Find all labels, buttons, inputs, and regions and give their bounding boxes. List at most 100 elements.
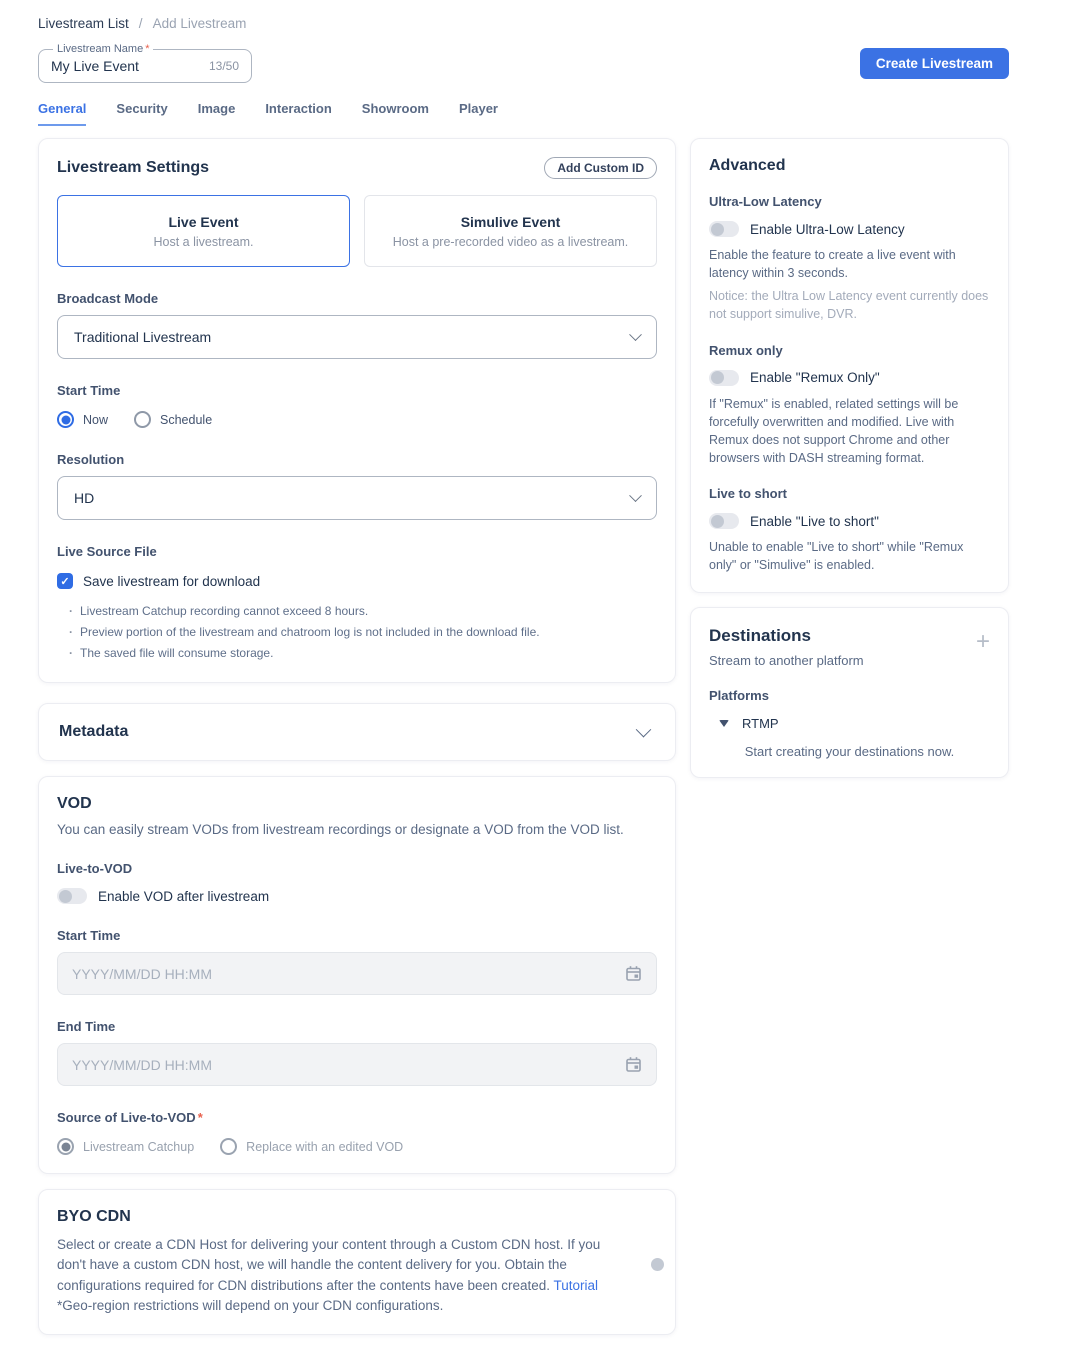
broadcast-mode-select[interactable]: Traditional Livestream [57, 315, 657, 359]
byo-cdn-card: BYO CDN Select or create a CDN Host for … [38, 1189, 676, 1335]
tab-player[interactable]: Player [459, 101, 498, 126]
end-time-placeholder: YYYY/MM/DD HH:MM [72, 1057, 212, 1073]
vod-end-time-label: End Time [57, 1019, 657, 1034]
tab-security[interactable]: Security [116, 101, 167, 126]
byo-cdn-geo-note: *Geo-region restrictions will depend on … [57, 1298, 443, 1313]
tab-bar: General Security Image Interaction Showr… [38, 101, 1086, 126]
radio-now-label: Now [83, 413, 108, 427]
note-item: The saved file will consume storage. [69, 643, 657, 664]
destinations-title: Destinations [709, 626, 864, 646]
destinations-subtitle: Stream to another platform [709, 653, 864, 668]
checkbox-checked-icon: ✓ [57, 573, 73, 589]
save-livestream-checkbox-row[interactable]: ✓ Save livestream for download [57, 573, 657, 589]
toggle-off-icon[interactable] [709, 370, 739, 386]
tab-general[interactable]: General [38, 101, 86, 126]
breadcrumb-separator: / [139, 16, 143, 31]
metadata-section-header[interactable]: Metadata [38, 703, 676, 761]
toggle-off-icon[interactable] [709, 221, 739, 237]
vod-start-time-input: YYYY/MM/DD HH:MM [57, 952, 657, 995]
remux-only-description: If "Remux" is enabled, related settings … [709, 395, 990, 468]
radio-replace-label: Replace with an edited VOD [246, 1140, 403, 1154]
resolution-value: HD [74, 490, 94, 506]
create-livestream-button[interactable]: Create Livestream [860, 48, 1009, 79]
breadcrumb-livestream-list[interactable]: Livestream List [38, 16, 129, 31]
tab-showroom[interactable]: Showroom [362, 101, 429, 126]
livestream-settings-card: Livestream Settings Add Custom ID Live E… [38, 138, 676, 683]
radio-now-circle [57, 411, 74, 428]
remux-only-toggle-row[interactable]: Enable "Remux Only" [709, 370, 990, 386]
breadcrumb-add-livestream: Add Livestream [153, 16, 247, 31]
metadata-title: Metadata [59, 723, 128, 741]
vod-end-time-input: YYYY/MM/DD HH:MM [57, 1043, 657, 1086]
radio-schedule[interactable]: Schedule [134, 411, 212, 428]
chevron-down-icon [629, 328, 642, 341]
ultra-low-latency-description: Enable the feature to create a live even… [709, 246, 990, 282]
required-asterisk: * [198, 1110, 203, 1125]
radio-now[interactable]: Now [57, 411, 108, 428]
radio-catchup-label: Livestream Catchup [83, 1140, 194, 1154]
remux-only-toggle-label: Enable "Remux Only" [750, 370, 880, 385]
live-to-vod-label: Live-to-VOD [57, 861, 657, 876]
enable-vod-toggle-label: Enable VOD after livestream [98, 889, 269, 904]
destinations-empty-text: Start creating your destinations now. [709, 744, 990, 759]
radio-livestream-catchup: Livestream Catchup [57, 1138, 194, 1155]
destinations-card: Destinations Stream to another platform … [690, 607, 1009, 778]
toggle-off-icon[interactable] [57, 888, 87, 904]
simulive-event-title: Simulive Event [365, 214, 656, 230]
add-destination-icon[interactable]: + [976, 632, 990, 652]
radio-catchup-circle [57, 1138, 74, 1155]
broadcast-mode-value: Traditional Livestream [74, 329, 211, 345]
platforms-label: Platforms [709, 688, 990, 703]
platform-rtmp-row[interactable]: RTMP [719, 716, 990, 731]
char-counter: 13/50 [209, 59, 239, 73]
calendar-icon [625, 965, 642, 982]
source-of-live-to-vod-label: Source of Live-to-VOD* [57, 1110, 657, 1125]
live-source-file-label: Live Source File [57, 544, 657, 559]
radio-replace-circle [220, 1138, 237, 1155]
toggle-off-icon[interactable] [709, 513, 739, 529]
start-time-label: Start Time [57, 383, 657, 398]
chevron-down-icon[interactable] [636, 721, 652, 737]
byo-cdn-description: Select or create a CDN Host for deliveri… [57, 1235, 627, 1316]
live-event-subtitle: Host a livestream. [58, 235, 349, 249]
save-livestream-label: Save livestream for download [83, 574, 260, 589]
ultra-low-latency-label: Ultra-Low Latency [709, 194, 990, 209]
advanced-card: Advanced Ultra-Low Latency Enable Ultra-… [690, 138, 1009, 593]
tab-interaction[interactable]: Interaction [265, 101, 331, 126]
start-time-placeholder: YYYY/MM/DD HH:MM [72, 966, 212, 982]
header-row: Livestream Name* 13/50 Create Livestream [38, 43, 1009, 83]
vod-description: You can easily stream VODs from livestre… [57, 822, 657, 837]
ultra-low-latency-toggle-row[interactable]: Enable Ultra-Low Latency [709, 221, 990, 237]
note-item: Livestream Catchup recording cannot exce… [69, 601, 657, 622]
ultra-low-latency-toggle-label: Enable Ultra-Low Latency [750, 222, 905, 237]
livestream-name-field[interactable]: Livestream Name* 13/50 [38, 43, 252, 83]
livestream-settings-title: Livestream Settings [57, 159, 209, 177]
add-custom-id-button[interactable]: Add Custom ID [544, 157, 657, 179]
event-type-simulive[interactable]: Simulive Event Host a pre-recorded video… [364, 195, 657, 267]
livestream-name-input[interactable] [51, 58, 171, 74]
page: Livestream List / Add Livestream Livestr… [0, 0, 1086, 1350]
note-item: Preview portion of the livestream and ch… [69, 622, 657, 643]
chevron-down-icon [629, 489, 642, 502]
radio-replace-edited-vod: Replace with an edited VOD [220, 1138, 403, 1155]
remux-only-label: Remux only [709, 343, 990, 358]
collapse-triangle-icon [719, 720, 729, 727]
tab-image[interactable]: Image [198, 101, 236, 126]
required-asterisk: * [145, 43, 149, 55]
vod-card: VOD You can easily stream VODs from live… [38, 776, 676, 1174]
simulive-event-subtitle: Host a pre-recorded video as a livestrea… [365, 235, 656, 249]
livestream-name-label: Livestream Name* [53, 43, 153, 55]
live-source-notes: Livestream Catchup recording cannot exce… [57, 601, 657, 664]
enable-vod-toggle-row[interactable]: Enable VOD after livestream [57, 888, 657, 904]
live-to-short-description: Unable to enable "Live to short" while "… [709, 538, 990, 574]
calendar-icon [625, 1056, 642, 1073]
live-to-short-toggle-row[interactable]: Enable "Live to short" [709, 513, 990, 529]
live-event-title: Live Event [58, 214, 349, 230]
tutorial-link[interactable]: Tutorial [554, 1278, 599, 1293]
live-to-short-label: Live to short [709, 486, 990, 501]
vod-start-time-label: Start Time [57, 928, 657, 943]
event-type-live[interactable]: Live Event Host a livestream. [57, 195, 350, 267]
live-to-short-toggle-label: Enable "Live to short" [750, 514, 879, 529]
resolution-select[interactable]: HD [57, 476, 657, 520]
radio-schedule-circle [134, 411, 151, 428]
